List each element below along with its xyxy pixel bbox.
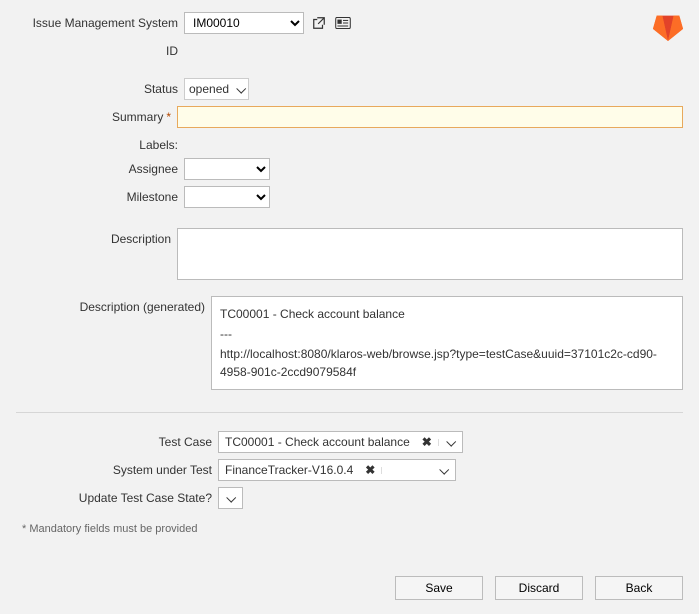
test-case-combo[interactable]: TC00001 - Check account balance ✖ [218, 431, 463, 453]
summary-label: Summary* [16, 106, 177, 124]
chevron-down-icon [446, 436, 456, 446]
assignee-select[interactable] [184, 158, 270, 180]
test-case-label: Test Case [16, 431, 218, 449]
external-link-icon[interactable] [310, 14, 328, 32]
sut-value: FinanceTracker-V16.0.4 [219, 463, 359, 477]
ims-label: Issue Management System [16, 12, 184, 30]
ims-select[interactable]: IM00010 [184, 12, 304, 34]
discard-button[interactable]: Discard [495, 576, 583, 600]
milestone-label: Milestone [16, 186, 184, 204]
gitlab-logo [651, 10, 685, 45]
status-select[interactable]: opened [184, 78, 249, 100]
chevron-down-icon [440, 464, 450, 474]
sut-label: System under Test [16, 459, 218, 477]
description-textarea[interactable] [177, 228, 683, 280]
update-state-select[interactable] [218, 487, 243, 509]
test-case-value: TC00001 - Check account balance [219, 435, 416, 449]
desc-gen-title: TC00001 - Check account balance [220, 305, 674, 323]
mandatory-marker: * [163, 110, 171, 124]
milestone-select[interactable] [184, 186, 270, 208]
sut-combo[interactable]: FinanceTracker-V16.0.4 ✖ [218, 459, 456, 481]
assignee-label: Assignee [16, 158, 184, 176]
description-generated-label: Description (generated) [16, 296, 211, 314]
id-label: ID [16, 40, 184, 58]
section-divider [16, 412, 683, 413]
labels-label: Labels: [16, 134, 184, 152]
back-button[interactable]: Back [595, 576, 683, 600]
clear-icon[interactable]: ✖ [359, 463, 381, 477]
description-label: Description [16, 228, 177, 246]
chevron-down-icon [236, 83, 246, 93]
save-button[interactable]: Save [395, 576, 483, 600]
desc-gen-url: http://localhost:8080/klaros-web/browse.… [220, 345, 674, 381]
status-value: opened [189, 82, 229, 96]
description-generated-box: TC00001 - Check account balance --- http… [211, 296, 683, 390]
update-state-label: Update Test Case State? [16, 487, 218, 505]
chevron-down-icon [226, 492, 236, 502]
sut-drop[interactable] [381, 467, 455, 474]
summary-input[interactable] [177, 106, 683, 128]
desc-gen-sep: --- [220, 325, 674, 343]
status-label: Status [16, 78, 184, 96]
test-case-drop[interactable] [438, 439, 462, 446]
details-card-icon[interactable] [334, 14, 352, 32]
mandatory-note: * Mandatory fields must be provided [22, 523, 683, 535]
clear-icon[interactable]: ✖ [416, 435, 438, 449]
